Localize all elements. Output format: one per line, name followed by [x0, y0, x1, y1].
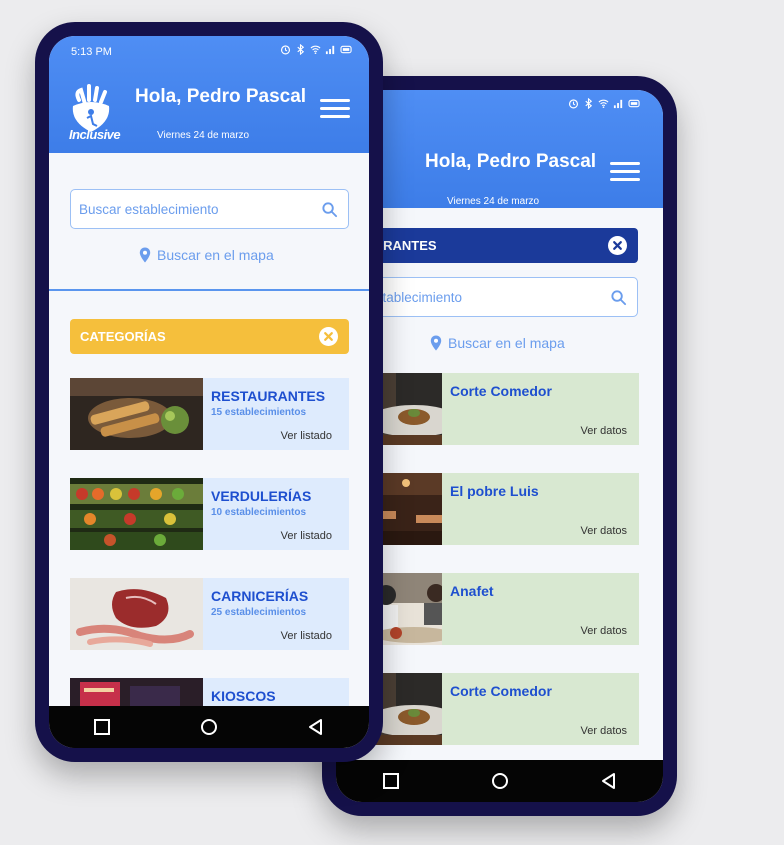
map-link[interactable]: Buscar en el mapa — [430, 335, 565, 351]
date: Viernes 24 de marzo — [157, 130, 250, 141]
search-icon[interactable] — [610, 289, 627, 306]
category-count: 15 establecimientos — [211, 407, 307, 418]
close-icon — [613, 241, 622, 250]
logo-text: Inclusive — [69, 127, 121, 142]
raw-meat-photo — [70, 578, 203, 650]
map-link-label: Buscar en el mapa — [157, 247, 274, 263]
battery-icon — [628, 99, 640, 108]
see-list-link[interactable]: Ver listado — [281, 630, 332, 642]
close-icon — [324, 332, 333, 341]
status-bar: PM — [336, 90, 663, 122]
alarm-icon — [568, 99, 579, 109]
app-header: PM sive Hola, Pedro Pascal Viernes 24 de… — [336, 90, 663, 208]
menu-icon[interactable] — [320, 99, 350, 121]
map-pin-icon — [139, 247, 151, 263]
category-name: CARNICERÍAS — [211, 588, 309, 604]
screen-categories: 5:13 PM Inclusive Hola, Pedro Pascal Vie… — [49, 36, 369, 748]
restaurant-name: El pobre Luis — [450, 483, 539, 499]
wifi-icon — [598, 99, 609, 108]
category-count: 10 establecimientos — [211, 507, 307, 518]
battery-icon — [340, 45, 352, 54]
status-time: 5:13 PM — [71, 46, 112, 58]
status-bar: 5:13 PM — [49, 36, 369, 68]
see-list-link[interactable]: Ver listado — [281, 530, 332, 542]
alarm-icon — [280, 45, 291, 55]
signal-icon — [613, 99, 623, 109]
app-header: 5:13 PM Inclusive Hola, Pedro Pascal Vie… — [49, 36, 369, 153]
home-icon[interactable] — [200, 718, 218, 736]
search-icon[interactable] — [321, 201, 338, 218]
category-card-restaurants[interactable]: RESTAURANTES 15 establecimientos Ver lis… — [70, 378, 349, 450]
search-input[interactable] — [79, 190, 316, 228]
phone-front: 5:13 PM Inclusive Hola, Pedro Pascal Vie… — [35, 22, 383, 762]
recent-apps-icon[interactable] — [382, 772, 400, 790]
category-card-butchers[interactable]: CARNICERÍAS 25 establecimientos Ver list… — [70, 578, 349, 650]
vegetables-market-photo — [70, 478, 203, 550]
menu-icon[interactable] — [610, 162, 640, 184]
map-link[interactable]: Buscar en el mapa — [139, 247, 274, 263]
map-link-label: Buscar en el mapa — [448, 335, 565, 351]
category-name: KIOSCOS — [211, 688, 276, 704]
greeting: Hola, Pedro Pascal — [425, 151, 597, 172]
category-header-label: CATEGORÍAS — [80, 329, 166, 344]
see-details-link[interactable]: Ver datos — [581, 525, 627, 537]
inclusive-logo-icon — [72, 84, 110, 132]
signal-icon — [325, 45, 335, 55]
back-icon[interactable] — [600, 772, 618, 790]
close-category-button[interactable] — [608, 236, 627, 255]
see-list-link[interactable]: Ver listado — [281, 430, 332, 442]
wifi-icon — [310, 45, 321, 54]
home-icon[interactable] — [491, 772, 509, 790]
restaurant-name: Corte Comedor — [450, 383, 552, 399]
bluetooth-icon — [585, 98, 593, 109]
category-name: VERDULERÍAS — [211, 488, 312, 504]
bluetooth-icon — [297, 44, 305, 55]
category-card-greengrocers[interactable]: VERDULERÍAS 10 establecimientos Ver list… — [70, 478, 349, 550]
screen-restaurants: PM sive Hola, Pedro Pascal Viernes 24 de… — [336, 90, 663, 802]
see-details-link[interactable]: Ver datos — [581, 425, 627, 437]
restaurant-name: Anafet — [450, 583, 494, 599]
restaurant-name: Corte Comedor — [450, 683, 552, 699]
category-header: CATEGORÍAS — [70, 319, 349, 354]
android-nav-bar — [336, 760, 663, 802]
back-icon[interactable] — [307, 718, 325, 736]
android-nav-bar — [49, 706, 369, 748]
category-count: 25 establecimientos — [211, 607, 307, 618]
recent-apps-icon[interactable] — [93, 718, 111, 736]
date: Viernes 24 de marzo — [447, 196, 540, 207]
see-details-link[interactable]: Ver datos — [581, 725, 627, 737]
category-name: RESTAURANTES — [211, 388, 326, 404]
see-details-link[interactable]: Ver datos — [581, 625, 627, 637]
close-category-button[interactable] — [319, 327, 338, 346]
section-divider — [49, 289, 369, 291]
search-box — [70, 189, 349, 229]
greeting: Hola, Pedro Pascal — [135, 86, 307, 107]
restaurant-food-photo — [70, 378, 203, 450]
map-pin-icon — [430, 335, 442, 351]
